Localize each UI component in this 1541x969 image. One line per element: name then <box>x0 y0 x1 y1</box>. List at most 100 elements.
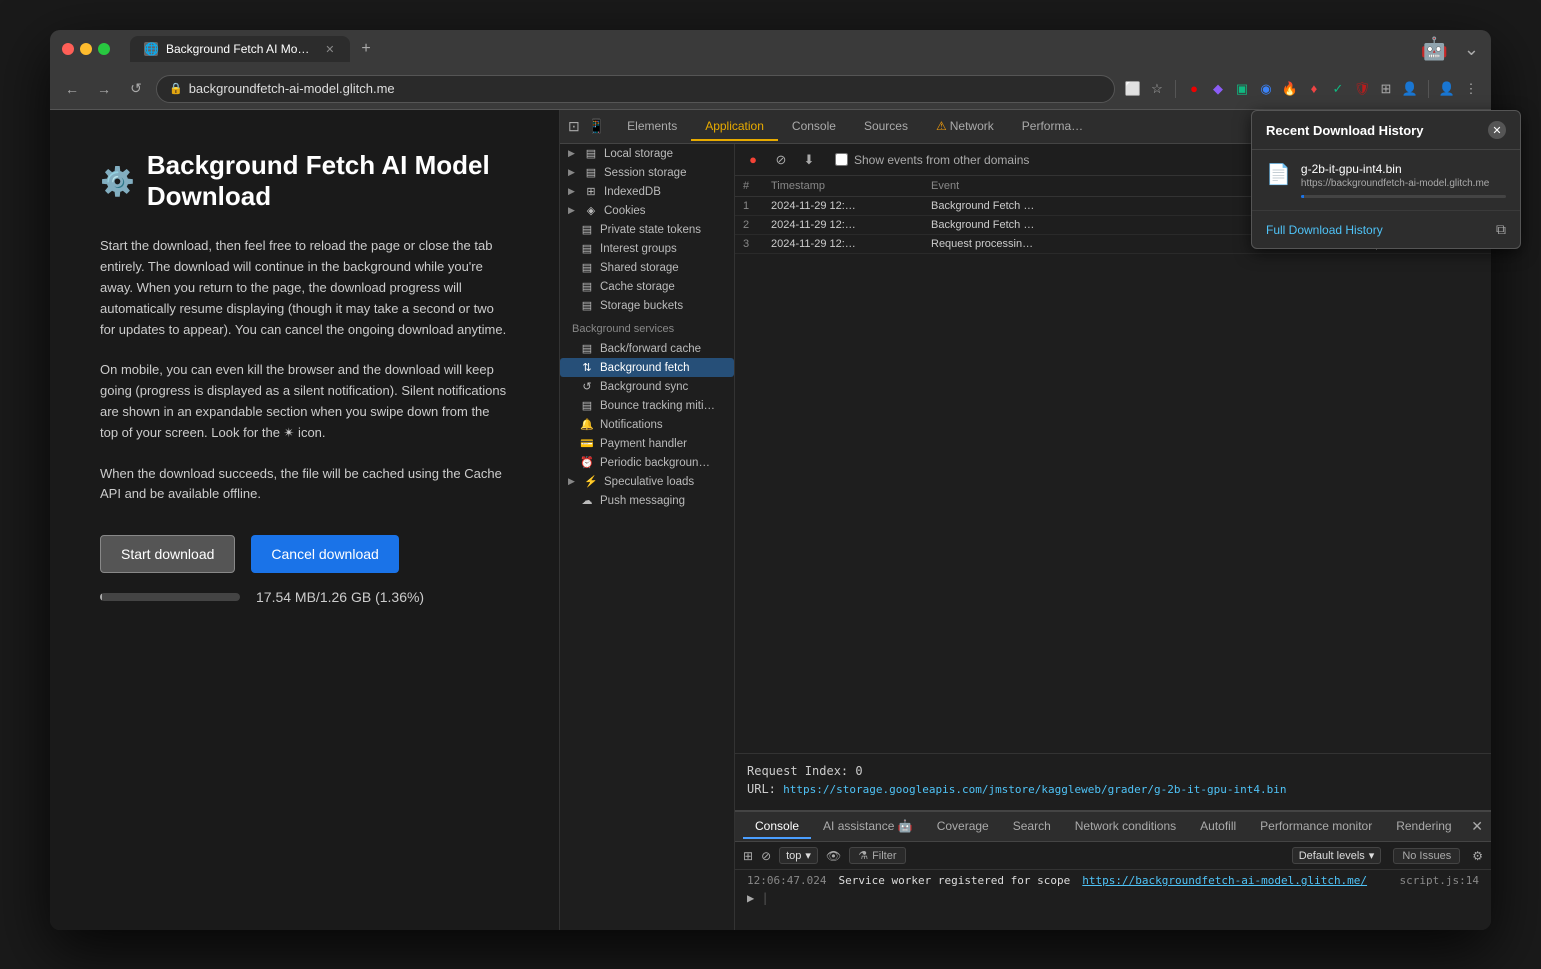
log-file[interactable]: script.js:14 <box>1400 874 1479 887</box>
tab-performance[interactable]: Performa… <box>1008 113 1097 141</box>
progress-container: 17.54 MB/1.26 GB (1.36%) <box>100 589 509 605</box>
browser-menu-icon[interactable]: ⌄ <box>1464 39 1479 60</box>
sidebar-item-cookies[interactable]: ▶ ◈ Cookies <box>560 201 734 220</box>
popup-footer: Full Download History ⧉ <box>1252 211 1520 248</box>
tab-application[interactable]: Application <box>691 113 778 141</box>
sidebar-item-bg-sync[interactable]: ↺ Background sync <box>560 377 734 396</box>
clear-button[interactable]: ⊘ <box>771 150 791 170</box>
sidebar-item-private-state[interactable]: ▤ Private state tokens <box>560 220 734 239</box>
console-tab-ai[interactable]: AI assistance 🤖 <box>811 815 925 839</box>
ext-icon-1[interactable]: ● <box>1184 79 1204 99</box>
fetch-icon: ⇅ <box>580 361 594 374</box>
sidebar-item-shared-storage[interactable]: ▤ Shared storage <box>560 258 734 277</box>
console-prompt[interactable]: ▶ | <box>747 891 1479 905</box>
console-tab-rendering[interactable]: Rendering <box>1384 815 1463 839</box>
sidebar-item-storage-buckets[interactable]: ▤ Storage buckets <box>560 296 734 315</box>
download-button[interactable]: ⬇ <box>799 150 819 170</box>
tab-elements[interactable]: Elements <box>613 113 691 141</box>
active-tab[interactable]: 🌐 Background Fetch AI Model D… ✕ <box>130 36 350 62</box>
console-clear-icon[interactable]: ⊘ <box>761 849 771 863</box>
arrow-icon: ▶ <box>568 205 578 216</box>
browser-menu-button[interactable]: ⋮ <box>1461 79 1481 99</box>
console-close-icon[interactable]: ✕ <box>1471 818 1483 835</box>
browser-toolbar: ← → ↺ 🔒 backgroundfetch-ai-model.glitch.… <box>50 68 1491 110</box>
refresh-button[interactable]: ↺ <box>124 77 148 101</box>
log-link[interactable]: https://backgroundfetch-ai-model.glitch.… <box>1082 874 1367 887</box>
page-title-row: ⚙️ Background Fetch AI Model Download <box>100 150 509 212</box>
console-settings-icon[interactable]: ⚙ <box>1472 849 1483 863</box>
popup-progress-fill <box>1301 195 1304 198</box>
page-description-2: On mobile, you can even kill the browser… <box>100 360 509 443</box>
console-toolbar: ⊞ ⊘ top ▾ 👁 ⚗ Filter <box>735 842 1491 870</box>
bookmark-icon[interactable]: ☆ <box>1147 79 1167 99</box>
ext-icon-6[interactable]: ♦ <box>1304 79 1324 99</box>
tab-sources[interactable]: Sources <box>850 113 922 141</box>
sidebar-item-speculative[interactable]: ▶ ⚡ Speculative loads <box>560 472 734 491</box>
devtools-device-icon[interactable]: 📱 <box>588 118 605 135</box>
ext-icon-7[interactable]: ✓ <box>1328 79 1348 99</box>
sidebar-item-bounce[interactable]: ▤ Bounce tracking miti… <box>560 396 734 415</box>
console-context-selector[interactable]: top ▾ <box>779 847 818 864</box>
profile-icon[interactable]: 👤 <box>1437 79 1457 99</box>
record-button[interactable]: ● <box>743 150 763 170</box>
sidebar-item-local-storage[interactable]: ▶ ▤ Local storage <box>560 144 734 163</box>
chevron-down-icon: ▾ <box>1369 849 1375 862</box>
ext-icon-3[interactable]: ▣ <box>1232 79 1252 99</box>
sidebar-item-session-storage[interactable]: ▶ ▤ Session storage <box>560 163 734 182</box>
sidebar-item-payment[interactable]: 💳 Payment handler <box>560 434 734 453</box>
sidebar-item-push[interactable]: ☁ Push messaging <box>560 491 734 510</box>
ext-icon-4[interactable]: ◉ <box>1256 79 1276 99</box>
show-other-domains-label[interactable]: Show events from other domains <box>835 153 1029 167</box>
close-button[interactable] <box>62 43 74 55</box>
ext-icon-2[interactable]: ◆ <box>1208 79 1228 99</box>
download-popup: Recent Download History ✕ 📄 g-2b-it-gpu-… <box>1251 110 1521 249</box>
console-eye-icon[interactable]: 👁 <box>826 849 841 863</box>
console-tab-console[interactable]: Console <box>743 815 811 839</box>
ext-icon-8[interactable]: 🛡 <box>1352 79 1372 99</box>
console-levels-selector[interactable]: Default levels ▾ <box>1292 847 1382 864</box>
tab-console[interactable]: Console <box>778 113 850 141</box>
external-link-icon[interactable]: ⧉ <box>1496 221 1506 238</box>
share-icon[interactable]: ⬜ <box>1123 79 1143 99</box>
popup-file-info: g-2b-it-gpu-int4.bin https://backgroundf… <box>1301 162 1506 198</box>
new-tab-button[interactable]: + <box>354 37 378 61</box>
sidebar-item-indexeddb[interactable]: ▶ ⊞ IndexedDB <box>560 182 734 201</box>
address-bar[interactable]: 🔒 backgroundfetch-ai-model.glitch.me <box>156 75 1115 103</box>
details-panel: Request Index: 0 URL: https://storage.go… <box>735 753 1491 810</box>
minimize-button[interactable] <box>80 43 92 55</box>
page-icon: ⚙️ <box>100 165 135 198</box>
console-log-line: 12:06:47.024 Service worker registered f… <box>747 874 1479 887</box>
ext-icon-10[interactable]: 👤 <box>1400 79 1420 99</box>
sidebar-item-bg-fetch[interactable]: ⇅ Background fetch <box>560 358 734 377</box>
sidebar-item-interest[interactable]: ▤ Interest groups <box>560 239 734 258</box>
sidebar-item-notifications[interactable]: 🔔 Notifications <box>560 415 734 434</box>
show-other-domains-checkbox[interactable] <box>835 153 848 166</box>
tab-close-icon[interactable]: ✕ <box>324 42 336 56</box>
console-tab-coverage[interactable]: Coverage <box>925 815 1001 839</box>
maximize-button[interactable] <box>98 43 110 55</box>
console-sidebar-icon[interactable]: ⊞ <box>743 849 753 863</box>
console-tab-perf[interactable]: Performance monitor <box>1248 815 1384 839</box>
popup-close-button[interactable]: ✕ <box>1488 121 1506 139</box>
back-button[interactable]: ← <box>60 77 84 101</box>
ext-icon-5[interactable]: 🔥 <box>1280 79 1300 99</box>
ext-icon-9[interactable]: ⊞ <box>1376 79 1396 99</box>
devtools-inspect-icon[interactable]: ⊡ <box>568 118 580 135</box>
popup-filename: g-2b-it-gpu-int4.bin <box>1301 162 1506 176</box>
console-filter-input[interactable]: ⚗ Filter <box>849 847 905 864</box>
sidebar-item-cache-storage[interactable]: ▤ Cache storage <box>560 277 734 296</box>
full-download-history-link[interactable]: Full Download History <box>1266 223 1383 237</box>
tab-network[interactable]: ⚠ Network <box>922 113 1008 141</box>
start-download-button[interactable]: Start download <box>100 535 235 573</box>
forward-button[interactable]: → <box>92 77 116 101</box>
console-tab-autofill[interactable]: Autofill <box>1188 815 1248 839</box>
cancel-download-button[interactable]: Cancel download <box>251 535 398 573</box>
sidebar-item-back-forward[interactable]: ▤ Back/forward cache <box>560 339 734 358</box>
request-index-label: Request Index: 0 <box>747 764 1479 778</box>
url-value[interactable]: https://storage.googleapis.com/jmstore/k… <box>783 783 1286 796</box>
sidebar-item-periodic[interactable]: ⏰ Periodic backgroun… <box>560 453 734 472</box>
log-timestamp: 12:06:47.024 <box>747 874 826 887</box>
url-label: URL: https://storage.googleapis.com/jmst… <box>747 782 1479 796</box>
console-tab-search[interactable]: Search <box>1001 815 1063 839</box>
console-tab-network-conditions[interactable]: Network conditions <box>1063 815 1188 839</box>
